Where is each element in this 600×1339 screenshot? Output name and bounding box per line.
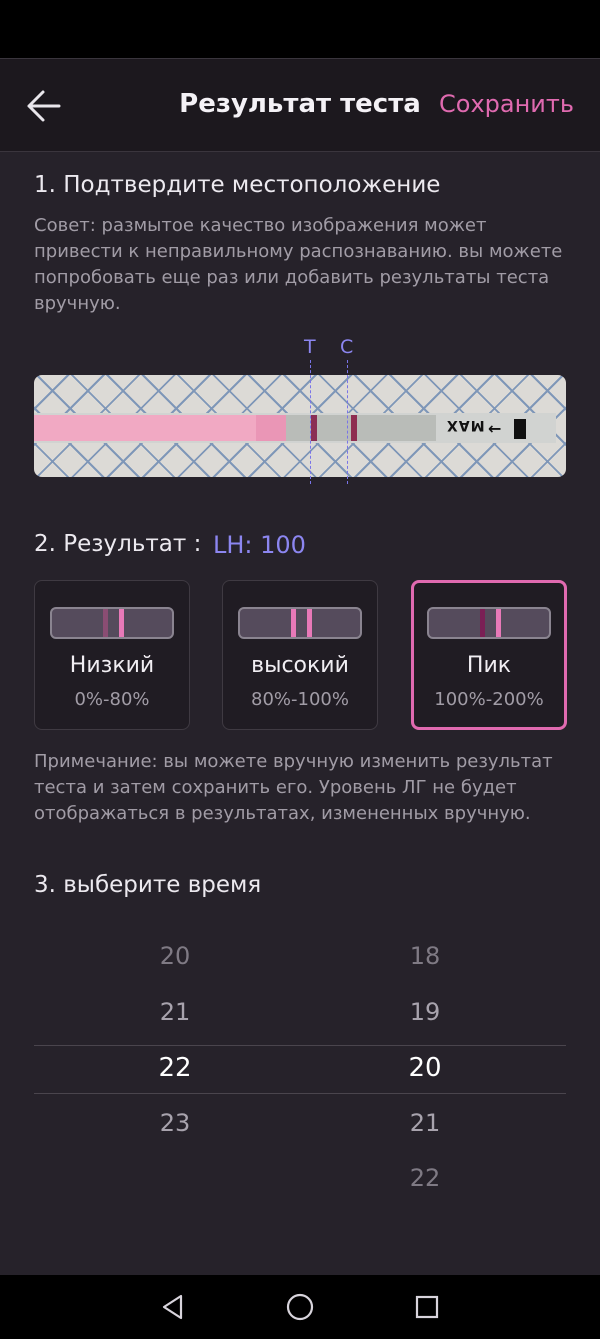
minute-option[interactable]: 21 <box>365 1109 485 1137</box>
picker-divider-bottom <box>34 1093 566 1094</box>
minute-selected[interactable]: 20 <box>365 1053 485 1083</box>
result-option-low[interactable]: Низкий 0%-80% <box>34 580 190 730</box>
hour-option[interactable]: 21 <box>115 998 235 1026</box>
note-text: Примечание: вы можете вручную изменить р… <box>34 751 553 824</box>
app-bar: Результат теста Сохранить <box>0 58 600 152</box>
marker-t-label: T <box>304 336 316 358</box>
result-option-peak[interactable]: Пик 100%-200% <box>411 580 567 730</box>
strip-arrow-icon: ← <box>488 419 502 438</box>
strip-sample-pad <box>34 415 288 441</box>
strip-test-line <box>311 415 317 441</box>
result-option-high[interactable]: высокий 80%-100% <box>222 580 378 730</box>
strip-end-tab <box>514 419 526 439</box>
marker-c-label: C <box>340 336 354 358</box>
square-recent-icon <box>415 1295 439 1319</box>
result-label: 2. Результат : <box>34 531 202 557</box>
option-range: 80%-100% <box>251 689 349 710</box>
minute-option[interactable]: 18 <box>365 942 485 970</box>
t-guide-line[interactable] <box>310 360 311 484</box>
strip-control-line <box>351 415 357 441</box>
system-nav-bar <box>0 1275 600 1339</box>
c-guide-line[interactable] <box>347 360 348 484</box>
strip-low-icon <box>50 607 174 639</box>
picker-divider-top <box>34 1045 566 1046</box>
strip-max-text: MAX <box>446 417 485 433</box>
triangle-back-icon <box>162 1294 183 1320</box>
save-button[interactable]: Сохранить <box>439 90 574 118</box>
option-name: Пик <box>466 653 512 678</box>
circle-home-icon <box>286 1293 314 1321</box>
strip-high-icon <box>238 607 362 639</box>
status-bar <box>0 0 600 58</box>
section-title-location: 1. Подтвердите местоположение <box>34 172 441 198</box>
minute-option[interactable]: 22 <box>365 1164 485 1192</box>
nav-back-button[interactable] <box>155 1289 191 1325</box>
option-range: 0%-80% <box>74 689 150 710</box>
minute-option[interactable]: 19 <box>365 998 485 1026</box>
hour-option[interactable]: 20 <box>115 942 235 970</box>
section-title-time: 3. выберите время <box>34 872 262 898</box>
hour-option[interactable]: 23 <box>115 1109 235 1137</box>
strip-peak-icon <box>427 607 551 639</box>
option-range: 100%-200% <box>434 689 544 710</box>
option-name: высокий <box>251 653 349 678</box>
option-name: Низкий <box>69 653 155 678</box>
nav-recent-button[interactable] <box>409 1289 445 1325</box>
test-strip-image: MAX ← <box>34 375 566 477</box>
nav-home-button[interactable] <box>282 1289 318 1325</box>
tip-text: Совет: размытое качество изображения мож… <box>34 215 563 314</box>
result-value: LH: 100 <box>213 531 306 559</box>
strip-result-window <box>286 415 436 441</box>
strip-pad-edge <box>256 415 286 441</box>
hour-selected[interactable]: 22 <box>115 1053 235 1083</box>
